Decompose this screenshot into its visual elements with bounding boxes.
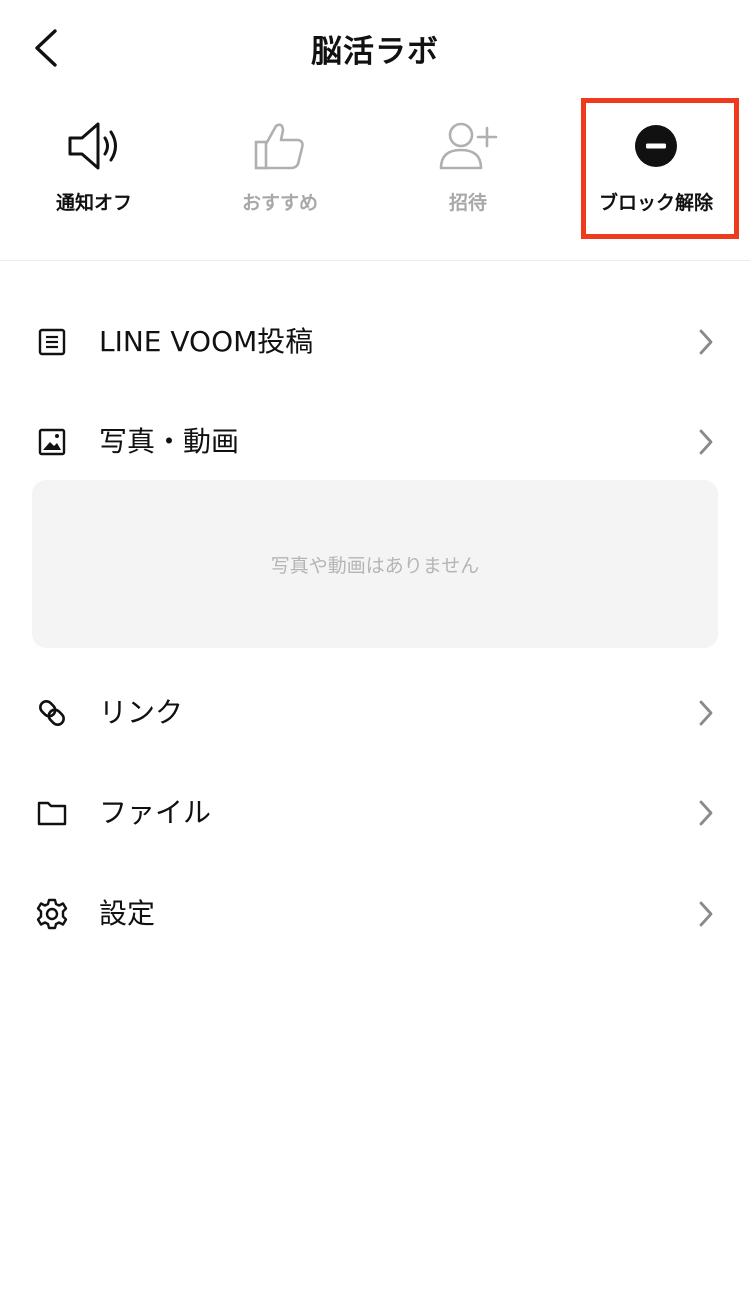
menu-item-links[interactable]: リンク [0, 673, 750, 745]
add-person-icon [436, 114, 500, 178]
menu-item-label: 写真・動画 [99, 425, 240, 458]
chevron-right-icon [694, 896, 718, 932]
document-icon [34, 324, 70, 360]
menu-item-files[interactable]: ファイル [0, 773, 750, 845]
chevron-right-icon [694, 424, 718, 460]
thumbs-up-icon [248, 114, 312, 178]
menu-item-label: LINE VOOM投稿 [99, 325, 314, 358]
empty-state-text: 写真や動画はありません [270, 554, 480, 577]
speaker-icon [62, 114, 126, 178]
mute-notifications-button[interactable]: 通知オフ [0, 96, 188, 260]
header: 脳活ラボ [0, 0, 750, 96]
gear-icon [34, 896, 70, 932]
menu-item-label: リンク [99, 696, 184, 729]
invite-button[interactable]: 招待 [374, 96, 562, 260]
invite-label: 招待 [448, 192, 487, 214]
mute-notifications-label: 通知オフ [55, 192, 132, 214]
link-icon [34, 695, 70, 731]
highlight-box [581, 98, 739, 239]
media-empty-state: 写真や動画はありません [32, 480, 718, 648]
menu-item-line-voom-posts[interactable]: LINE VOOM投稿 [0, 302, 750, 374]
menu-item-photos-videos[interactable]: 写真・動画 [0, 402, 750, 474]
divider [0, 260, 750, 261]
menu-item-label: 設定 [99, 897, 156, 930]
image-icon [34, 424, 70, 460]
chevron-right-icon [694, 695, 718, 731]
folder-icon [34, 795, 70, 831]
recommend-label: おすすめ [241, 192, 318, 214]
menu-item-label: ファイル [99, 796, 212, 829]
chevron-right-icon [694, 795, 718, 831]
menu-item-settings[interactable]: 設定 [0, 874, 750, 946]
recommend-button[interactable]: おすすめ [186, 96, 374, 260]
page-title: 脳活ラボ [311, 34, 439, 70]
chevron-right-icon [694, 324, 718, 360]
